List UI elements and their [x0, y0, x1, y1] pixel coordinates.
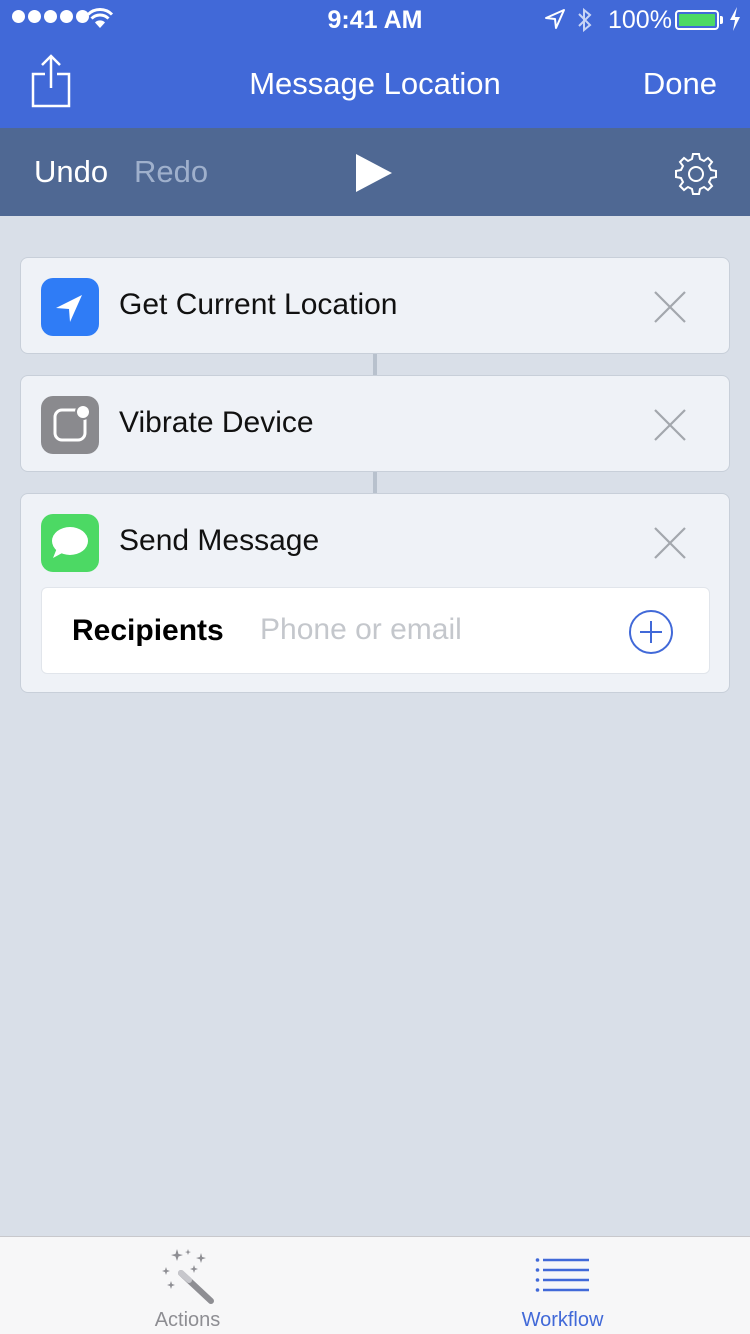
close-icon[interactable]	[653, 290, 687, 324]
action-title: Send Message	[119, 524, 320, 557]
location-services-icon	[545, 9, 565, 29]
action-card-vibrate-device[interactable]: Vibrate Device	[20, 375, 730, 472]
tab-workflow-label: Workflow	[521, 1309, 604, 1331]
navigation-bar: 9:41 AM 100% Message Location Done	[0, 0, 750, 128]
list-icon	[535, 1258, 589, 1292]
done-button[interactable]: Done	[643, 66, 717, 102]
close-icon[interactable]	[653, 526, 687, 560]
tab-workflow[interactable]: Workflow	[375, 1237, 750, 1334]
action-title: Get Current Location	[119, 288, 398, 321]
recipients-input[interactable]	[260, 610, 620, 650]
battery-percentage: 100%	[608, 6, 672, 34]
battery-icon	[675, 10, 719, 30]
close-icon[interactable]	[653, 408, 687, 442]
bluetooth-icon	[578, 7, 592, 33]
charging-bolt-icon	[730, 7, 740, 31]
battery-tip	[720, 16, 723, 24]
connector-line	[373, 354, 377, 375]
tab-actions-label: Actions	[154, 1309, 221, 1331]
action-card-get-current-location[interactable]: Get Current Location	[20, 257, 730, 354]
gear-icon[interactable]	[674, 151, 718, 195]
undo-button[interactable]: Undo	[34, 154, 108, 190]
tab-bar: Actions Workflow	[0, 1236, 750, 1334]
redo-button[interactable]: Redo	[134, 154, 208, 190]
messages-icon	[41, 514, 99, 572]
recipients-label: Recipients	[72, 614, 224, 647]
play-icon[interactable]	[355, 153, 393, 193]
connector-line	[373, 472, 377, 493]
action-title: Vibrate Device	[119, 406, 314, 439]
add-recipient-icon[interactable]	[628, 609, 674, 655]
page-title: Message Location	[249, 66, 501, 101]
recipients-field-row: Recipients	[41, 587, 710, 674]
magic-wand-icon	[162, 1249, 214, 1304]
home-button-icon	[41, 396, 99, 454]
tab-actions[interactable]: Actions	[0, 1237, 375, 1334]
status-bar: 9:41 AM 100%	[0, 0, 750, 40]
location-arrow-icon	[41, 278, 99, 336]
action-card-send-message[interactable]: Send Message Recipients	[20, 493, 730, 693]
